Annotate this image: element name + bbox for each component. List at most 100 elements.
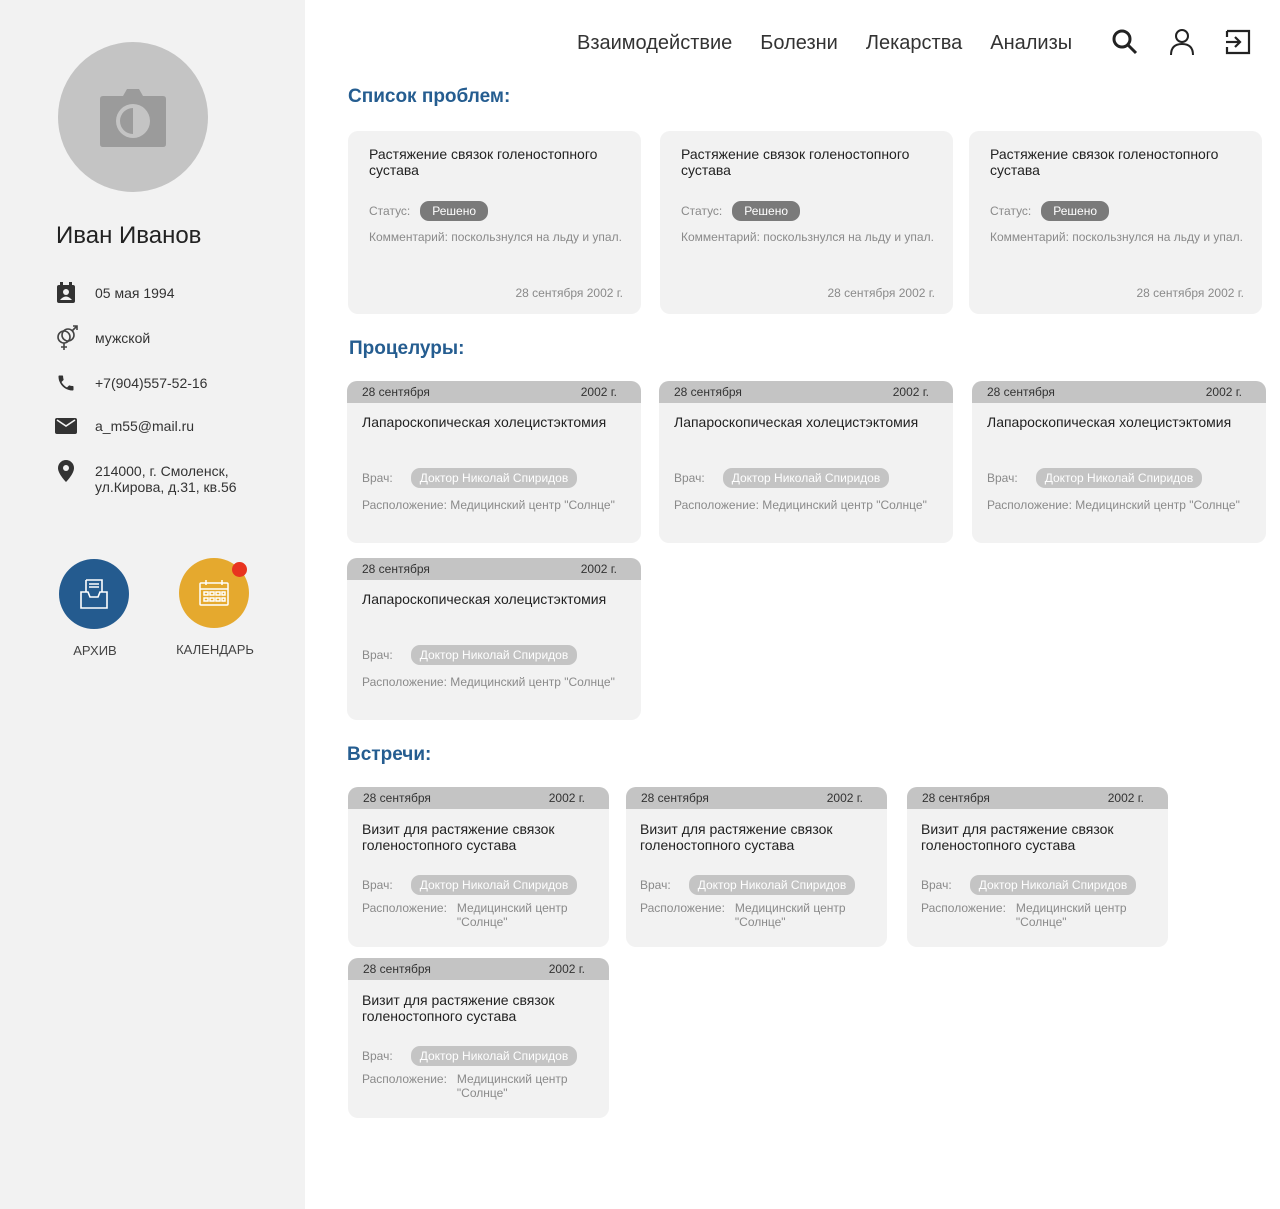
location-line1: Медицинский центр xyxy=(456,901,568,915)
birthdate-row: 05 мая 1994 xyxy=(54,281,175,305)
notification-badge xyxy=(232,562,247,577)
archive-button[interactable] xyxy=(59,559,129,629)
problem-comment: Комментарий: поскользнулся на льду и упа… xyxy=(990,230,1243,244)
gender: мужской xyxy=(95,330,151,346)
search-icon[interactable] xyxy=(1111,28,1139,56)
doctor-row: Врач: Доктор Николай Спиридов xyxy=(987,468,1203,488)
procedure-day: 28 сентября xyxy=(987,385,1055,399)
status-badge: Решено xyxy=(732,201,801,221)
doctor-label: Врач: xyxy=(362,471,393,485)
status-label: Статус: xyxy=(990,204,1032,218)
location-label: Расположение: xyxy=(362,901,447,915)
doctor-badge[interactable]: Доктор Николай Спиридов xyxy=(969,875,1137,895)
problem-comment: Комментарий: поскользнулся на льду и упа… xyxy=(369,230,622,244)
problem-title: Растяжение связок голеностопного сустава xyxy=(681,146,910,178)
doctor-badge[interactable]: Доктор Николай Спиридов xyxy=(688,875,856,895)
meeting-date-bar: 28 сентября 2002 г. xyxy=(348,787,609,809)
procedure-date-bar: 28 сентября 2002 г. xyxy=(347,381,641,403)
meeting-card[interactable]: 28 сентября 2002 г. Визит для растяжение … xyxy=(907,787,1168,947)
location-line2: "Солнце" xyxy=(456,1086,508,1100)
procedure-location: Расположение: Медицинский центр "Солнце" xyxy=(674,498,927,512)
doctor-row: Врач: Доктор Николай Спиридов xyxy=(362,645,578,665)
patient-name: Иван Иванов xyxy=(56,222,202,249)
doctor-badge[interactable]: Доктор Николай Спиридов xyxy=(1035,468,1203,488)
meeting-card[interactable]: 28 сентября 2002 г. Визит для растяжение … xyxy=(626,787,887,947)
meeting-year: 2002 г. xyxy=(548,791,585,805)
meeting-title: Визит для растяжение связок голеностопно… xyxy=(921,821,1114,853)
doctor-label: Врач: xyxy=(921,878,952,892)
nav-interactions[interactable]: Взаимодействие xyxy=(577,32,732,55)
gender-row: мужской xyxy=(54,325,151,350)
birthdate: 05 мая 1994 xyxy=(95,285,175,301)
doctor-badge[interactable]: Доктор Николай Спиридов xyxy=(410,875,578,895)
procedure-card[interactable]: 28 сентября 2002 г. Лапароскопическая хол… xyxy=(347,381,641,543)
procedure-card[interactable]: 28 сентября 2002 г. Лапароскопическая хол… xyxy=(972,381,1266,543)
address-line2: ул.Кирова, д.31, кв.56 xyxy=(95,479,237,495)
procedure-date-bar: 28 сентября 2002 г. xyxy=(347,558,641,580)
status-row: Статус: Решено xyxy=(681,201,801,221)
procedure-day: 28 сентября xyxy=(362,562,430,576)
problem-card[interactable]: Растяжение связок голеностопного сустава… xyxy=(348,131,641,314)
nav-analyses[interactable]: Анализы xyxy=(990,32,1072,55)
procedure-card[interactable]: 28 сентября 2002 г. Лапароскопическая хол… xyxy=(659,381,953,543)
doctor-row: Врач: Доктор Николай Спиридов xyxy=(674,468,890,488)
logout-icon[interactable] xyxy=(1225,28,1253,56)
location-label: Расположение: xyxy=(362,1072,447,1086)
meeting-day: 28 сентября xyxy=(922,791,990,805)
meeting-year: 2002 г. xyxy=(548,962,585,976)
meeting-year: 2002 г. xyxy=(826,791,863,805)
address-row: 214000, г. Смоленск, ул.Кирова, д.31, кв… xyxy=(54,459,237,495)
meeting-location: Расположение: Медицинский центр "Солнце" xyxy=(362,1072,568,1100)
procedure-title: Лапароскопическая холецистэктомия xyxy=(987,414,1232,430)
archive-icon xyxy=(80,579,108,609)
procedure-card[interactable]: 28 сентября 2002 г. Лапароскопическая хол… xyxy=(347,558,641,720)
location-line1: Медицинский центр xyxy=(456,1072,568,1086)
doctor-label: Врач: xyxy=(362,878,393,892)
phone-row: +7(904)557-52-16 xyxy=(54,371,207,395)
meeting-location: Расположение: Медицинский центр "Солнце" xyxy=(921,901,1127,929)
doctor-row: Врач: Доктор Николай Спиридов xyxy=(362,468,578,488)
doctor-badge[interactable]: Доктор Николай Спиридов xyxy=(410,645,578,665)
problem-date: 28 сентября 2002 г. xyxy=(1136,286,1245,300)
doctor-badge[interactable]: Доктор Николай Спиридов xyxy=(722,468,890,488)
location-line2: "Солнце" xyxy=(456,915,508,929)
doctor-row: Врач: Доктор Николай Спиридов xyxy=(921,875,1137,895)
doctor-label: Врач: xyxy=(362,1049,393,1063)
meeting-location: Расположение: Медицинский центр "Солнце" xyxy=(362,901,568,929)
problem-card[interactable]: Растяжение связок голеностопного сустава… xyxy=(660,131,953,314)
location-line2: "Солнце" xyxy=(1015,915,1067,929)
problem-date: 28 сентября 2002 г. xyxy=(515,286,624,300)
status-badge: Решено xyxy=(420,201,489,221)
archive-label[interactable]: АРХИВ xyxy=(40,643,150,658)
procedure-year: 2002 г. xyxy=(580,562,617,576)
meeting-day: 28 сентября xyxy=(363,791,431,805)
doctor-badge[interactable]: Доктор Николай Спиридов xyxy=(410,1046,578,1066)
user-icon[interactable] xyxy=(1168,28,1196,56)
doctor-row: Врач: Доктор Николай Спиридов xyxy=(362,1046,578,1066)
calendar-label[interactable]: КАЛЕНДАРЬ xyxy=(160,642,270,657)
mail-icon xyxy=(54,414,78,438)
problem-card[interactable]: Растяжение связок голеностопного сустава… xyxy=(969,131,1262,314)
problems-title: Список проблем: xyxy=(348,86,511,107)
calendar-icon xyxy=(199,580,229,606)
doctor-badge[interactable]: Доктор Николай Спиридов xyxy=(410,468,578,488)
meeting-date-bar: 28 сентября 2002 г. xyxy=(907,787,1168,809)
procedure-location: Расположение: Медицинский центр "Солнце" xyxy=(362,675,615,689)
avatar[interactable] xyxy=(58,42,208,192)
status-label: Статус: xyxy=(681,204,723,218)
procedure-year: 2002 г. xyxy=(892,385,929,399)
procedure-year: 2002 г. xyxy=(1205,385,1242,399)
calendar-person-icon xyxy=(54,281,78,305)
nav-diseases[interactable]: Болезни xyxy=(760,32,838,55)
status-label: Статус: xyxy=(369,204,411,218)
meeting-card[interactable]: 28 сентября 2002 г. Визит для растяжение … xyxy=(348,787,609,947)
meeting-date-bar: 28 сентября 2002 г. xyxy=(626,787,887,809)
meeting-card[interactable]: 28 сентября 2002 г. Визит для растяжение … xyxy=(348,958,609,1118)
nav-medications[interactable]: Лекарства xyxy=(866,32,962,55)
sidebar: Иван Иванов 05 мая 1994 мужской +7(904)5… xyxy=(0,0,305,1209)
address: 214000, г. Смоленск, ул.Кирова, д.31, кв… xyxy=(95,459,237,495)
location-line2: "Солнце" xyxy=(734,915,786,929)
doctor-label: Врач: xyxy=(987,471,1018,485)
location-line1: Медицинский центр xyxy=(1015,901,1127,915)
meeting-location: Расположение: Медицинский центр "Солнце" xyxy=(640,901,846,929)
